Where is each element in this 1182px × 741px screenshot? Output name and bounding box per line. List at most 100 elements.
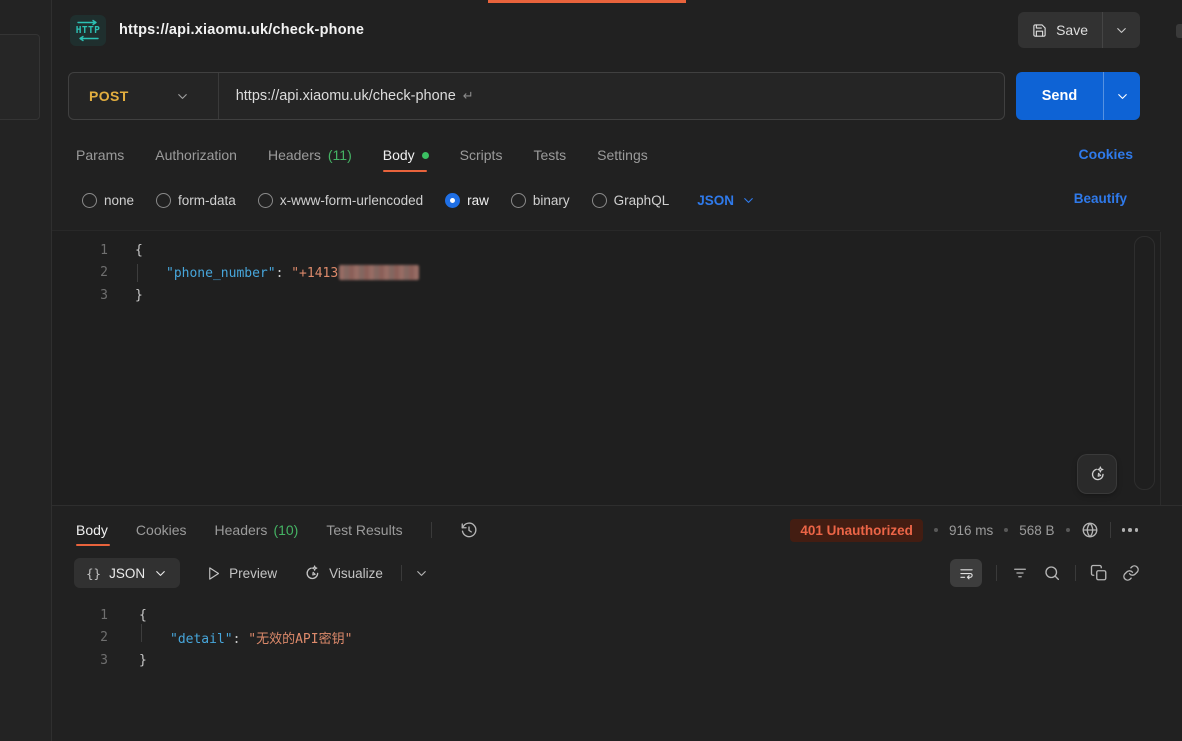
indent-guide xyxy=(137,264,138,282)
copy-response-button[interactable] xyxy=(1090,564,1108,582)
response-tab-test-results-label: Test Results xyxy=(326,522,402,538)
raw-format-dropdown[interactable]: JSON xyxy=(697,193,756,208)
radio-graphql[interactable] xyxy=(592,193,607,208)
http-request-type-icon: HTTP xyxy=(70,15,106,46)
wrap-text-toggle[interactable] xyxy=(950,559,982,587)
code-colon: : xyxy=(276,266,292,281)
left-sidebar-rail xyxy=(0,0,52,741)
code-value-phone-visible: "+1413 xyxy=(291,266,338,281)
response-tab-body-label: Body xyxy=(76,522,108,538)
tab-settings-label: Settings xyxy=(597,147,648,163)
status-divider xyxy=(1110,522,1111,538)
response-tab-cookies[interactable]: Cookies xyxy=(136,522,187,538)
url-enter-hint: ↵ xyxy=(463,88,474,104)
option-binary-label: binary xyxy=(533,193,570,208)
method-selector-button[interactable] xyxy=(175,89,190,104)
send-button[interactable]: Send xyxy=(1016,72,1103,120)
tab-scripts[interactable]: Scripts xyxy=(460,147,503,163)
request-body-editor[interactable]: 1 { 2 "phone_number": "+1413 3 } xyxy=(52,230,1160,505)
tab-headers[interactable]: Headers (11) xyxy=(268,147,352,163)
globe-icon xyxy=(1081,521,1099,539)
sidebar-collapsed-item[interactable] xyxy=(0,34,40,120)
network-info-button[interactable] xyxy=(1081,521,1099,539)
response-more-options-button[interactable] xyxy=(1122,528,1139,532)
response-tab-body[interactable]: Body xyxy=(76,522,108,538)
chevron-down-icon xyxy=(741,193,756,208)
response-status-row: 401 Unauthorized 916 ms 568 B xyxy=(790,514,1138,546)
tab-tests[interactable]: Tests xyxy=(533,147,566,163)
filter-button[interactable] xyxy=(1011,564,1029,582)
response-tabs: Body Cookies Headers (10) Test Results xyxy=(76,514,478,546)
radio-urlencoded[interactable] xyxy=(258,193,273,208)
chevron-down-icon xyxy=(414,566,429,581)
link-icon xyxy=(1122,564,1140,582)
preview-button[interactable]: Preview xyxy=(206,566,277,581)
option-none[interactable]: none xyxy=(82,193,134,208)
share-link-button[interactable] xyxy=(1122,564,1140,582)
option-form-data[interactable]: form-data xyxy=(156,193,236,208)
postbot-assistant-button[interactable] xyxy=(1078,455,1116,493)
tab-authorization-label: Authorization xyxy=(155,147,237,163)
url-bar-divider xyxy=(218,73,219,119)
option-graphql[interactable]: GraphQL xyxy=(592,193,670,208)
editor-scrollbar-track[interactable] xyxy=(1134,236,1155,490)
code-line: 3 } xyxy=(52,649,1182,672)
method-selector-value[interactable]: POST xyxy=(69,88,129,104)
option-raw-label: raw xyxy=(467,193,489,208)
response-format-dropdown[interactable]: {} JSON xyxy=(74,558,180,588)
history-clock-icon xyxy=(460,521,478,539)
response-history-button[interactable] xyxy=(460,521,478,539)
tab-body[interactable]: Body xyxy=(383,147,429,163)
beautify-link[interactable]: Beautify xyxy=(1074,191,1127,206)
save-floppy-icon xyxy=(1032,23,1047,38)
line-number: 3 xyxy=(52,288,108,303)
visualize-button[interactable]: Visualize xyxy=(303,564,383,582)
view-options-button[interactable] xyxy=(414,566,429,581)
code-key-phone-number: "phone_number" xyxy=(166,266,276,281)
cookies-link[interactable]: Cookies xyxy=(1079,146,1133,162)
response-time[interactable]: 916 ms xyxy=(949,523,993,538)
http-arrows-icon xyxy=(74,18,102,43)
save-options-button[interactable] xyxy=(1103,23,1140,38)
filter-icon xyxy=(1011,564,1029,582)
radio-binary[interactable] xyxy=(511,193,526,208)
response-tab-test-results[interactable]: Test Results xyxy=(326,522,402,538)
code-line: 1 { xyxy=(52,604,1182,627)
response-tab-cookies-label: Cookies xyxy=(136,522,187,538)
code-value-detail: "无效的API密钥" xyxy=(248,632,352,647)
search-button[interactable] xyxy=(1043,564,1061,582)
option-binary[interactable]: binary xyxy=(511,193,570,208)
url-input[interactable]: https://api.xiaomu.uk/check-phone xyxy=(236,88,456,104)
tab-tests-label: Tests xyxy=(533,147,566,163)
clipped-side-panel-button[interactable] xyxy=(1176,24,1182,38)
response-panel: Body Cookies Headers (10) Test Results 4… xyxy=(52,505,1182,741)
tab-scripts-label: Scripts xyxy=(460,147,503,163)
wrap-text-icon xyxy=(959,566,974,581)
sparkle-wand-icon xyxy=(1088,465,1106,483)
tab-headers-label: Headers xyxy=(268,147,321,163)
save-button[interactable]: Save xyxy=(1018,22,1102,38)
response-tab-headers[interactable]: Headers (10) xyxy=(215,522,299,538)
option-raw[interactable]: raw xyxy=(445,193,489,208)
tab-settings[interactable]: Settings xyxy=(597,147,648,163)
tab-params-label: Params xyxy=(76,147,124,163)
curly-braces-icon: {} xyxy=(86,566,101,581)
tab-authorization[interactable]: Authorization xyxy=(155,147,237,163)
api-client-window: HTTP https://api.xiaomu.uk/check-phone S… xyxy=(0,0,1182,741)
response-size[interactable]: 568 B xyxy=(1019,523,1054,538)
response-body-editor[interactable]: 1 { 2 "detail": "无效的API密钥" 3 } xyxy=(52,598,1182,672)
code-close-brace: } xyxy=(135,288,143,303)
search-icon xyxy=(1043,564,1061,582)
tab-params[interactable]: Params xyxy=(76,147,124,163)
indent-guide xyxy=(141,624,142,642)
option-urlencoded[interactable]: x-www-form-urlencoded xyxy=(258,193,423,208)
radio-raw-selected[interactable] xyxy=(445,193,460,208)
status-badge[interactable]: 401 Unauthorized xyxy=(790,519,923,542)
code-line: 2 "phone_number": "+1413 xyxy=(52,262,1160,285)
toolbar-divider xyxy=(996,565,997,581)
send-options-button[interactable] xyxy=(1104,72,1140,120)
radio-none[interactable] xyxy=(82,193,97,208)
separator-dot xyxy=(1066,528,1070,532)
radio-form-data[interactable] xyxy=(156,193,171,208)
code-line: 1 { xyxy=(52,239,1160,262)
